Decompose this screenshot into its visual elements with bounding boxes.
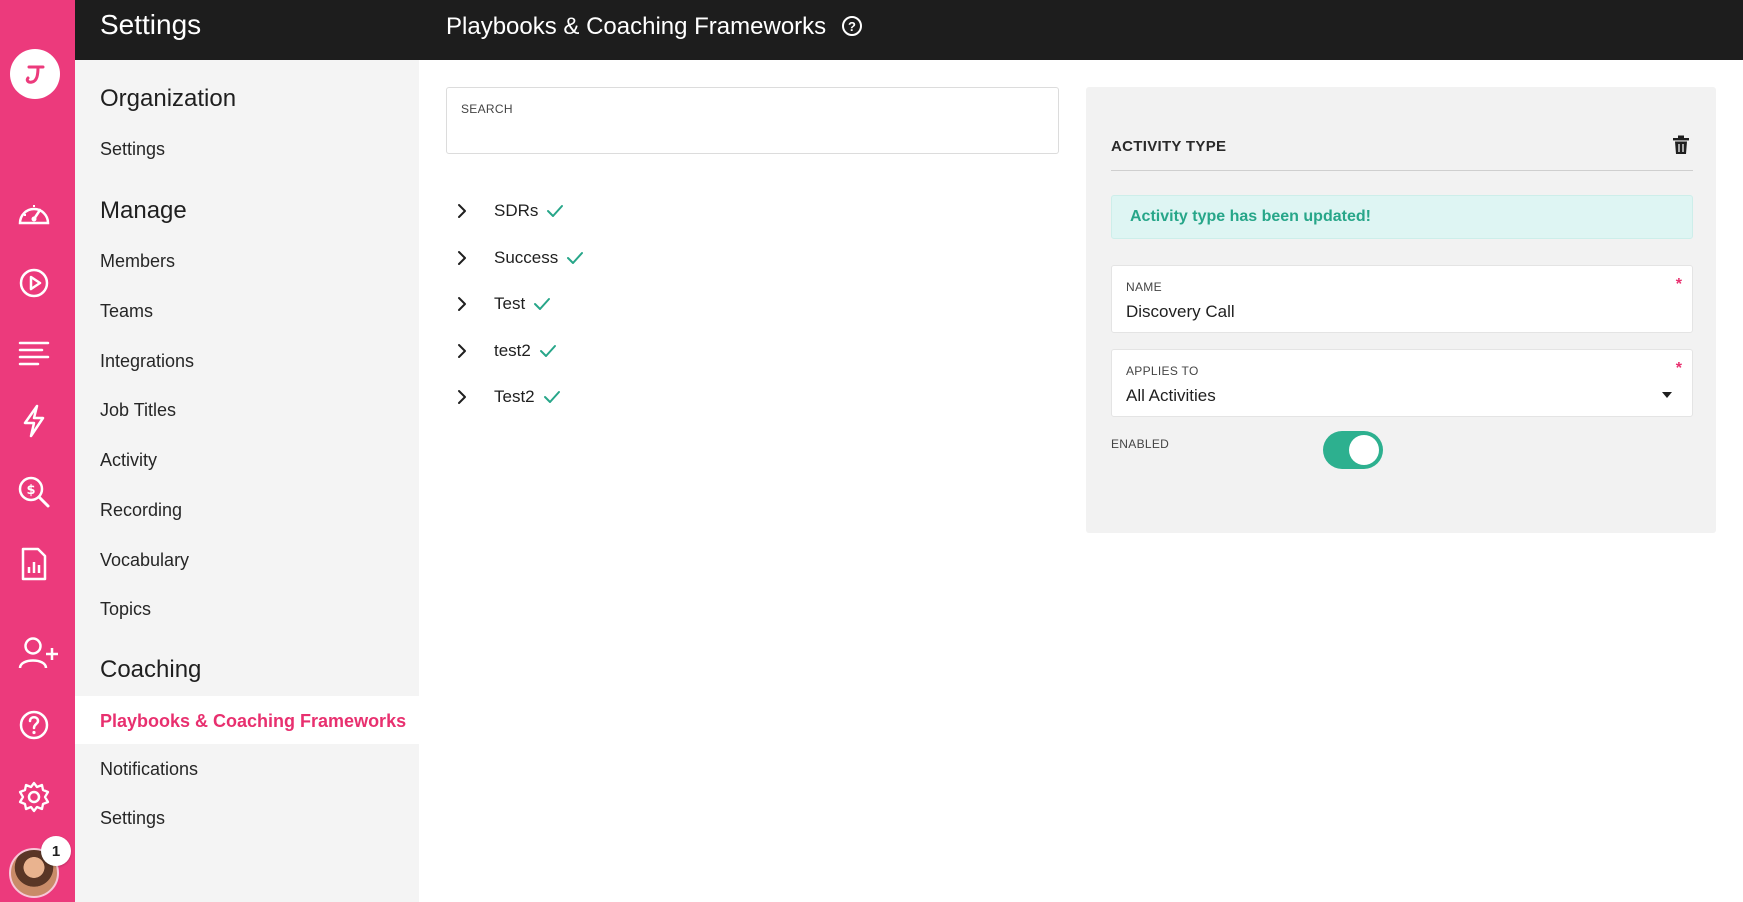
sidebar-item-coaching-settings[interactable]: Settings [100, 808, 165, 829]
app-title: Settings [100, 9, 202, 40]
report-icon[interactable] [15, 545, 53, 583]
section-heading-coaching: Coaching [100, 656, 202, 683]
toggle-knob [1349, 435, 1379, 465]
add-user-icon[interactable] [17, 634, 61, 672]
tree-item-label: test2 [494, 341, 531, 360]
sidebar-item-job-titles[interactable]: Job Titles [100, 400, 176, 421]
chevron-right-icon[interactable] [456, 203, 472, 219]
list-icon[interactable] [15, 334, 53, 372]
section-heading-organization: Organization [100, 85, 237, 112]
section-heading-manage: Manage [100, 197, 187, 224]
help-circle-icon[interactable]: ? [842, 16, 862, 36]
bolt-icon[interactable] [15, 402, 53, 440]
check-icon [546, 202, 564, 220]
page-title: Playbooks & Coaching Frameworks [446, 13, 827, 40]
tree-item[interactable]: test2 [456, 337, 557, 365]
enabled-toggle[interactable] [1323, 431, 1383, 469]
check-icon [566, 249, 584, 267]
sidebar-item-recording[interactable]: Recording [100, 500, 182, 521]
success-toast: Activity type has been updated! [1111, 195, 1693, 239]
applies-to-select[interactable]: APPLIES TO * All Activities [1111, 349, 1693, 417]
name-field-value[interactable]: Discovery Call [1126, 302, 1235, 322]
gear-icon[interactable] [15, 778, 53, 816]
check-icon [543, 388, 561, 406]
check-icon [539, 342, 557, 360]
name-field[interactable]: NAME * Discovery Call [1111, 265, 1693, 333]
tree-item[interactable]: Success [456, 244, 584, 272]
sidebar-item-playbooks[interactable]: Playbooks & Coaching Frameworks [100, 711, 406, 732]
chevron-right-icon[interactable] [456, 296, 472, 312]
required-marker: * [1675, 276, 1682, 293]
check-icon [533, 295, 551, 313]
panel-title: ACTIVITY TYPE [1111, 138, 1227, 155]
sidebar-item-activity[interactable]: Activity [100, 450, 157, 471]
tree-item-label: SDRs [494, 201, 539, 220]
tree-item-label: Success [494, 248, 559, 267]
top-bar: Settings Playbooks & Coaching Frameworks… [75, 0, 1743, 60]
app-rail: $ 1 [0, 0, 75, 902]
applies-to-value[interactable]: All Activities [1126, 386, 1216, 406]
chevron-right-icon[interactable] [456, 250, 472, 266]
chevron-right-icon[interactable] [456, 389, 472, 405]
sidebar-item-teams[interactable]: Teams [100, 301, 153, 322]
sidebar-item-notifications[interactable]: Notifications [100, 759, 198, 780]
name-field-label: NAME [1126, 280, 1162, 294]
logo-icon[interactable] [10, 49, 60, 99]
sidebar-item-topics[interactable]: Topics [100, 599, 151, 620]
dashboard-icon[interactable] [15, 194, 53, 232]
activity-type-panel: ACTIVITY TYPE Activity type has been upd… [1086, 87, 1716, 533]
search-input[interactable] [461, 120, 1041, 144]
trash-icon[interactable] [1672, 135, 1692, 157]
tree-item[interactable]: Test [456, 290, 551, 318]
applies-to-label: APPLIES TO [1126, 364, 1199, 378]
sidebar-item-integrations[interactable]: Integrations [100, 351, 194, 372]
search-box: SEARCH [446, 87, 1059, 154]
notification-badge: 1 [41, 836, 71, 866]
chevron-right-icon[interactable] [456, 343, 472, 359]
play-icon[interactable] [15, 264, 53, 302]
help-icon[interactable] [15, 706, 53, 744]
caret-down-icon[interactable] [1662, 392, 1672, 398]
settings-sidebar: Organization Settings Manage Members Tea… [75, 60, 419, 902]
divider [1111, 170, 1693, 171]
sidebar-item-members[interactable]: Members [100, 251, 175, 272]
deal-search-icon[interactable]: $ [15, 473, 53, 511]
required-marker: * [1675, 360, 1682, 377]
sidebar-item-vocabulary[interactable]: Vocabulary [100, 550, 189, 571]
tree-item[interactable]: SDRs [456, 197, 564, 225]
enabled-label: ENABLED [1111, 437, 1170, 451]
svg-text:$: $ [26, 483, 35, 498]
tree-item-label: Test [494, 294, 526, 313]
search-label: SEARCH [461, 102, 513, 116]
tree-item[interactable]: Test2 [456, 383, 561, 411]
sidebar-item-org-settings[interactable]: Settings [100, 139, 165, 160]
tree-item-label: Test2 [494, 387, 535, 406]
